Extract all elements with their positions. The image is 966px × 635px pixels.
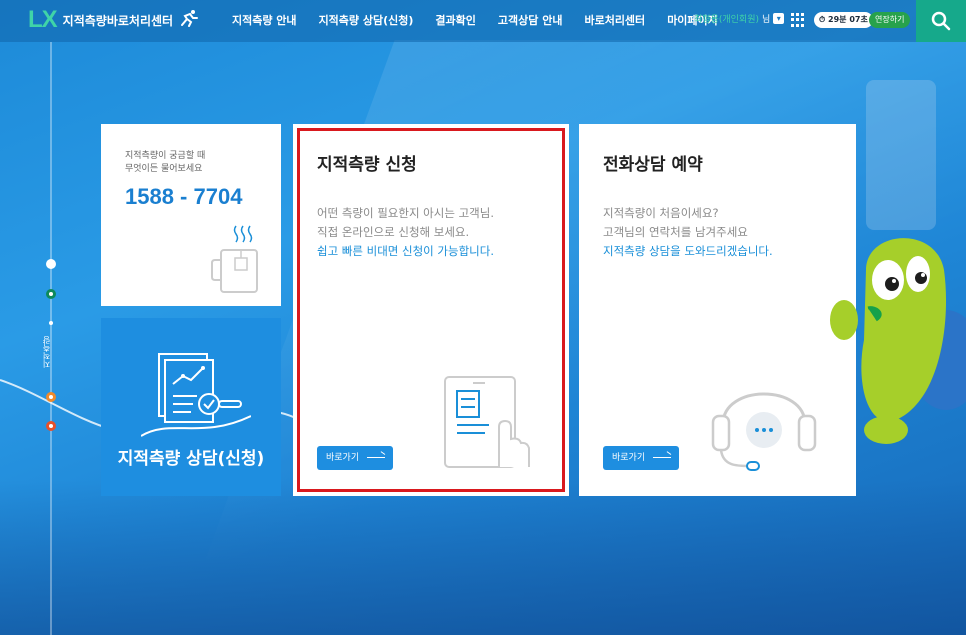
coffee-cup-icon xyxy=(211,225,258,293)
nav-customer-guide[interactable]: 고객상담 안내 xyxy=(498,12,563,28)
document-check-icon xyxy=(141,353,251,437)
background-ground-shade xyxy=(0,480,966,635)
phone-consult-title: 전화상담 예약 xyxy=(603,155,703,175)
runner-icon xyxy=(179,9,199,32)
phone-consult-card[interactable]: 전화상담 예약 지적측량이 처음이세요? 고객님의 연락처를 남겨주세요 지적측… xyxy=(579,124,856,496)
nav-survey-consult[interactable]: 지적측량 상담(신청) xyxy=(319,12,414,28)
lx-logo-mark: LX xyxy=(28,6,58,33)
survey-consult-card[interactable]: 지적측량 상담(신청) xyxy=(101,318,281,496)
phone-consult-go-button[interactable]: 바로가기 xyxy=(603,446,679,470)
phone-desc-line: 지적측량이 궁금할 때 xyxy=(125,151,206,161)
background-survey-equipment xyxy=(866,80,936,230)
phone-desc: 지적측량이 궁금할 때 무엇이든 물어보세요 xyxy=(125,150,265,176)
tablet-touch-icon xyxy=(444,376,530,468)
top-header: LX 지적측량바로처리센터 지적측량 안내 지적측량 상담(신청) 결과확인 고… xyxy=(0,0,966,42)
arrow-right-icon xyxy=(653,457,671,458)
go-button-label: 바로가기 xyxy=(326,453,360,463)
apps-grid-icon[interactable] xyxy=(791,13,805,27)
timeline-label: 지적측량 xyxy=(42,336,51,368)
apply-card-desc: 어떤 측량이 필요한지 아시는 고객님. 직접 온라인으로 신청해 보세요. 쉽… xyxy=(317,204,557,261)
timeline-dot[interactable] xyxy=(46,259,56,269)
clock-icon: ⏱ xyxy=(819,15,826,24)
go-button-label: 바로가기 xyxy=(612,453,646,463)
chevron-down-icon[interactable]: ▾ xyxy=(773,13,785,24)
logo-text: 지적측량바로처리센터 xyxy=(62,13,174,28)
user-name: 최형용(개인회원) xyxy=(694,15,759,25)
consult-card-title: 지적측량 상담(신청) xyxy=(117,449,265,469)
phone-consult-desc-line: 고객님의 연락처를 남겨주세요 xyxy=(603,225,748,239)
session-timer-text: 29분 07초 xyxy=(828,15,868,24)
apply-go-button[interactable]: 바로가기 xyxy=(317,446,393,470)
user-suffix: 님 xyxy=(761,15,771,25)
nav-result-check[interactable]: 결과확인 xyxy=(435,12,475,28)
mascot-character xyxy=(830,238,966,444)
phone-number[interactable]: 1588 - 7704 xyxy=(125,184,242,210)
search-icon xyxy=(931,11,951,31)
timeline-dot-orange[interactable] xyxy=(46,392,56,402)
phone-consult-desc: 지적측량이 처음이세요? 고객님의 연락처를 남겨주세요 지적측량 상담을 도와… xyxy=(603,204,843,261)
site-logo[interactable]: LX 지적측량바로처리센터 xyxy=(28,6,199,34)
session-timer: ⏱ 29분 07초 xyxy=(814,12,873,28)
nav-direct-center[interactable]: 바로처리센터 xyxy=(584,12,645,28)
arrow-right-icon xyxy=(367,457,385,458)
timeline-dot-small xyxy=(49,321,53,325)
phone-consult-desc-highlight: 지적측량 상담을 도와드리겠습니다. xyxy=(603,244,773,258)
phone-consult-desc-line: 지적측량이 처음이세요? xyxy=(603,206,719,220)
timeline-dot-active[interactable] xyxy=(46,289,56,299)
apply-desc-highlight: 쉽고 빠른 비대면 신청이 가능합니다. xyxy=(317,244,494,258)
headset-icon xyxy=(711,392,817,471)
phone-number-card: 지적측량이 궁금할 때 무엇이든 물어보세요 1588 - 7704 xyxy=(101,124,281,306)
extend-session-button[interactable]: 연장하기 xyxy=(869,12,911,28)
apply-desc-line: 어떤 측량이 필요한지 아시는 고객님. xyxy=(317,206,494,220)
user-info[interactable]: 최형용(개인회원) 님 ▾ xyxy=(694,12,785,25)
nav-survey-guide[interactable]: 지적측량 안내 xyxy=(232,12,297,28)
timeline-dot-red[interactable] xyxy=(46,421,56,431)
apply-card-title: 지적측량 신청 xyxy=(317,155,417,175)
apply-desc-line: 직접 온라인으로 신청해 보세요. xyxy=(317,225,470,239)
search-button[interactable] xyxy=(916,0,966,42)
phone-desc-line: 무엇이든 물어보세요 xyxy=(125,164,203,174)
survey-apply-card[interactable]: 지적측량 신청 어떤 측량이 필요한지 아시는 고객님. 직접 온라인으로 신청… xyxy=(293,124,569,496)
main-nav: 지적측량 안내 지적측량 상담(신청) 결과확인 고객상담 안내 바로처리센터 … xyxy=(232,12,740,28)
